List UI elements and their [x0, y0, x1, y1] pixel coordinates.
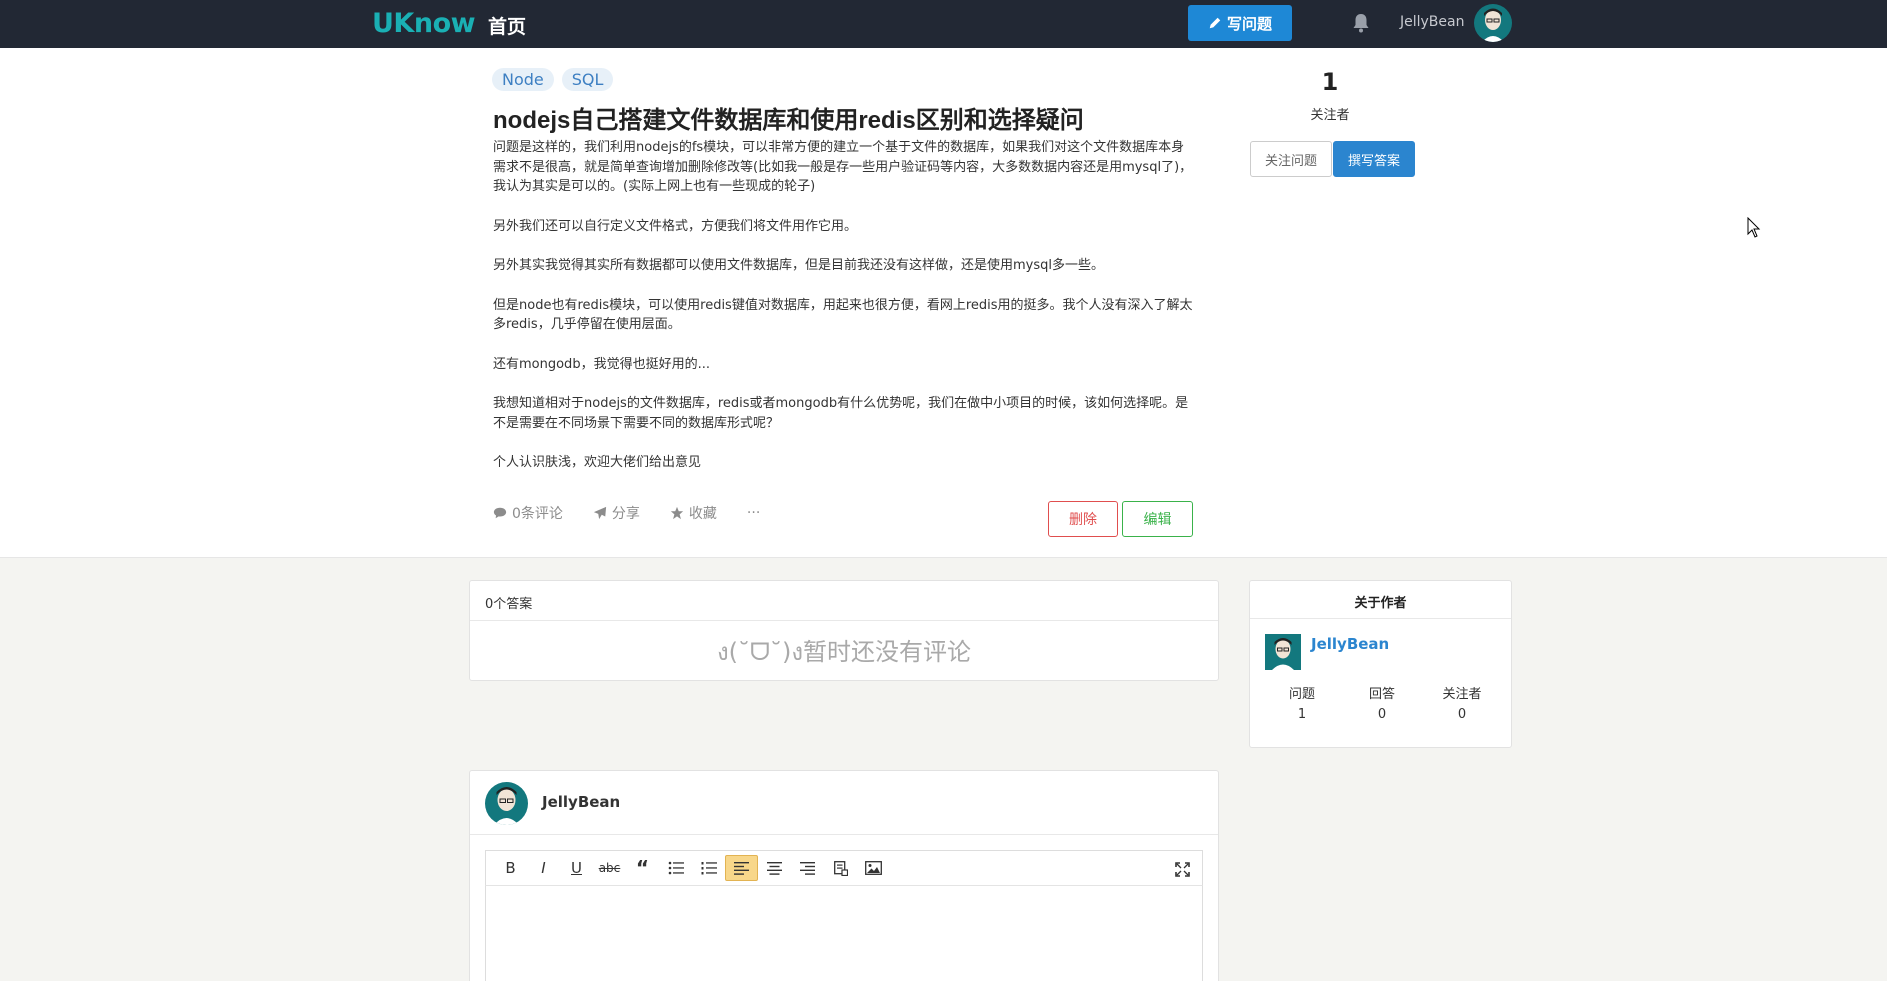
tag-list: Node SQL	[492, 68, 614, 91]
stat-label: 问题	[1288, 687, 1315, 702]
tag-sql[interactable]: SQL	[561, 68, 614, 91]
answer-editor-input[interactable]	[485, 886, 1203, 981]
comment-icon	[493, 507, 507, 519]
comments-label: 0条评论	[512, 506, 563, 522]
stat-questions[interactable]: 问题 1	[1267, 685, 1337, 725]
stat-value: 1	[1297, 707, 1307, 722]
align-left-icon	[734, 861, 749, 875]
stat-label: 回答	[1368, 687, 1395, 702]
follower-label: 关注者	[1310, 108, 1350, 123]
collect-label: 收藏	[688, 506, 717, 522]
more-options-icon[interactable]: ···	[747, 505, 760, 521]
align-right-icon	[800, 861, 815, 875]
avatar[interactable]	[1474, 4, 1512, 42]
stat-value: 0	[1457, 707, 1467, 722]
star-icon	[670, 506, 684, 520]
question-paragraph: 另外其实我觉得其实所有数据都可以使用文件数据库，但是目前我还没有这样做，还是使用…	[493, 258, 1104, 273]
top-navbar: UKnow 首页 写问题 JellyBean	[0, 0, 1887, 48]
stat-label: 关注者	[1442, 687, 1482, 702]
align-right-button[interactable]	[791, 855, 824, 881]
list-ul-icon	[668, 861, 684, 875]
collect-link[interactable]: 收藏	[670, 503, 717, 523]
bold-button[interactable]: B	[494, 855, 527, 881]
image-button[interactable]	[857, 855, 890, 881]
bell-icon[interactable]	[1352, 13, 1370, 33]
stat-followers[interactable]: 关注者 0	[1427, 685, 1497, 725]
editor-toolbar: B I U abc “	[485, 850, 1203, 886]
italic-button[interactable]: I	[527, 855, 560, 881]
list-ol-icon	[701, 862, 717, 875]
edit-button[interactable]: 编辑	[1122, 501, 1193, 537]
author-card: 关于作者 JellyBean 问题 1 回答 0 关注者 0	[1249, 580, 1512, 748]
question-title: nodejs自己搭建文件数据库和使用redis区别和选择疑问	[493, 107, 1084, 134]
bullet-list-button[interactable]	[659, 855, 692, 881]
logo[interactable]: UKnow	[372, 8, 476, 39]
question-paragraph: 但是node也有redis模块，可以使用redis键值对数据库，用起来也很方便，…	[493, 297, 1193, 333]
follower-count: 1	[1321, 68, 1339, 96]
question-paragraph: 还有mongodb，我觉得也挺好用的...	[493, 356, 710, 372]
question-paragraph: 个人认识肤浅，欢迎大佬们给出意见	[493, 455, 702, 470]
comments-link[interactable]: 0条评论	[493, 503, 563, 523]
align-center-button[interactable]	[758, 855, 791, 881]
paper-plane-icon	[593, 506, 607, 520]
stat-value: 0	[1377, 707, 1387, 722]
underline-button[interactable]: U	[560, 855, 593, 881]
ask-question-button[interactable]: 写问题	[1188, 5, 1292, 41]
mouse-cursor-icon	[1747, 217, 1761, 238]
share-link[interactable]: 分享	[593, 503, 640, 523]
answers-count: 0个答案	[470, 581, 1218, 621]
delete-button[interactable]: 删除	[1048, 501, 1118, 537]
share-label: 分享	[611, 506, 640, 522]
question-paragraph: 另外我们还可以自行定义文件格式，方便我们将文件用作它用。	[493, 218, 858, 234]
answer-editor: JellyBean B I U abc “	[469, 770, 1219, 981]
nav-username[interactable]: JellyBean	[1400, 14, 1464, 30]
author-card-title: 关于作者	[1250, 581, 1511, 619]
quote-button[interactable]: “	[626, 855, 659, 881]
nav-home-link[interactable]: 首页	[488, 12, 526, 39]
author-name-link[interactable]: JellyBean	[1311, 635, 1389, 653]
editor-username: JellyBean	[542, 793, 621, 811]
editor-avatar	[485, 782, 528, 825]
stat-answers[interactable]: 回答 0	[1347, 685, 1417, 725]
code-block-button[interactable]	[824, 855, 857, 881]
tag-node[interactable]: Node	[492, 68, 554, 91]
question-paragraph: 我想知道相对于nodejs的文件数据库，redis或者mongodb有什么优势呢…	[493, 396, 1189, 431]
author-stats: 问题 1 回答 0 关注者 0	[1262, 685, 1502, 725]
pencil-icon	[1209, 17, 1221, 29]
question-paragraph: 问题是这样的，我们利用nodejs的fs模块，可以非常方便的建立一个基于文件的数…	[493, 140, 1193, 194]
image-icon	[865, 861, 882, 875]
question-body: 问题是这样的，我们利用nodejs的fs模块，可以非常方便的建立一个基于文件的数…	[493, 138, 1193, 473]
question-panel: Node SQL nodejs自己搭建文件数据库和使用redis区别和选择疑问 …	[0, 48, 1887, 558]
divider	[470, 834, 1218, 835]
ask-question-label: 写问题	[1226, 14, 1272, 33]
follow-question-button[interactable]: 关注问题	[1250, 141, 1332, 177]
answers-section: 0个答案 ง(˘ᗜ˘)ง暂时还没有评论	[469, 580, 1219, 681]
align-left-button[interactable]	[725, 855, 758, 881]
align-center-icon	[767, 861, 782, 875]
answers-empty-message: ง(˘ᗜ˘)ง暂时还没有评论	[716, 637, 972, 666]
question-actions: 0条评论 分享 收藏 ···	[493, 503, 760, 523]
numbered-list-button[interactable]	[692, 855, 725, 881]
fullscreen-icon	[1174, 861, 1190, 877]
fullscreen-button[interactable]	[1170, 857, 1194, 881]
strikethrough-button[interactable]: abc	[593, 855, 626, 881]
author-avatar[interactable]	[1265, 634, 1301, 670]
write-answer-button[interactable]: 撰写答案	[1333, 141, 1415, 177]
code-block-icon	[833, 860, 848, 876]
